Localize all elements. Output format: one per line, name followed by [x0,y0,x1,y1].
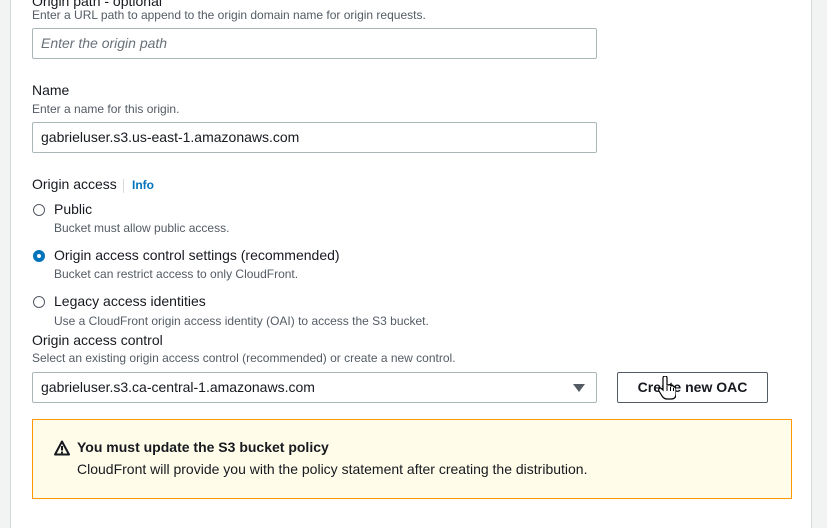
oac-select-value: gabrieluser.s3.ca-central-1.amazonaws.co… [41,379,315,395]
name-description: Enter a name for this origin. [32,102,180,116]
radio-oac-description: Bucket can restrict access to only Cloud… [54,267,299,281]
info-separator [123,179,124,193]
origin-settings-panel: Origin path - optional Enter a URL path … [10,0,812,528]
radio-origin-access-control[interactable] [33,250,45,262]
radio-public-label[interactable]: Public [54,201,92,217]
origin-path-description: Enter a URL path to append to the origin… [32,8,426,22]
name-input[interactable]: gabrieluser.s3.us-east-1.amazonaws.com [32,122,597,153]
hand-cursor-icon [658,376,676,400]
radio-public[interactable] [33,204,45,216]
origin-access-label: Origin access [32,176,117,192]
create-new-oac-button[interactable]: Create new OAC [617,372,768,403]
caret-down-icon [573,384,585,392]
radio-public-description: Bucket must allow public access. [54,221,230,235]
radio-legacy-identities[interactable] [33,296,45,308]
warning-icon [54,440,70,456]
oac-select[interactable]: gabrieluser.s3.ca-central-1.amazonaws.co… [32,372,597,403]
radio-legacy-description: Use a CloudFront origin access identity … [54,314,429,328]
oac-description: Select an existing origin access control… [32,351,456,365]
s3-policy-alert: You must update the S3 bucket policy Clo… [32,419,792,499]
alert-title: You must update the S3 bucket policy [77,439,329,455]
name-label: Name [32,82,70,98]
oac-label: Origin access control [32,332,163,348]
origin-access-info-link[interactable]: Info [132,178,154,192]
radio-legacy-label[interactable]: Legacy access identities [54,293,206,309]
radio-oac-label[interactable]: Origin access control settings (recommen… [54,247,340,263]
alert-body: CloudFront will provide you with the pol… [77,461,588,477]
origin-path-input[interactable]: Enter the origin path [32,28,597,59]
